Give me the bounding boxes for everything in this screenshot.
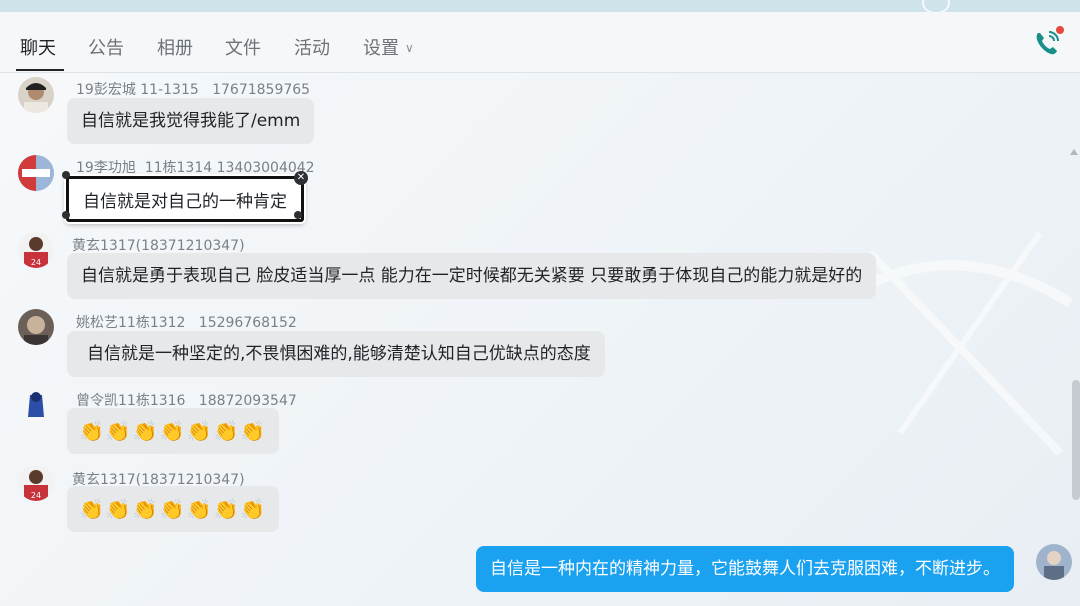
avatar[interactable]	[18, 387, 54, 423]
tab-files[interactable]: 文件	[225, 34, 261, 60]
notification-dot	[1056, 26, 1064, 34]
scroll-up-arrow[interactable]	[1070, 149, 1078, 155]
tab-announcement[interactable]: 公告	[88, 34, 124, 60]
message-bubble-selected[interactable]: 自信就是对自己的一种肯定	[66, 176, 304, 222]
resize-handle[interactable]	[62, 171, 70, 179]
tab-activity[interactable]: 活动	[294, 34, 330, 60]
tab-album[interactable]: 相册	[157, 34, 193, 60]
close-icon[interactable]: ✕	[294, 171, 308, 185]
my-message-bubble[interactable]: 自信是一种内在的精神力量，它能鼓舞人们去克服困难，不断进步。	[476, 546, 1014, 592]
message-bubble[interactable]: 👏👏👏👏👏👏👏	[67, 486, 280, 532]
svg-text:24: 24	[31, 491, 41, 500]
my-avatar[interactable]	[1036, 544, 1072, 580]
sender-name: 19李功旭 11栋1314 13403004042	[76, 160, 315, 176]
avatar[interactable]	[18, 77, 54, 113]
tab-settings-label: 设置	[363, 38, 399, 59]
svg-text:24: 24	[31, 258, 41, 267]
resize-handle[interactable]	[294, 211, 302, 219]
message-bubble[interactable]: 自信就是一种坚定的,不畏惧困难的,能够清楚认知自己优缺点的态度	[67, 331, 605, 377]
message-bubble[interactable]: 👏👏👏👏👏👏👏	[67, 408, 280, 454]
avatar[interactable]	[18, 155, 54, 191]
tab-settings[interactable]: 设置 ∨	[363, 34, 414, 60]
resize-handle[interactable]	[62, 211, 70, 219]
group-tab-bar: 聊天 公告 相册 文件 活动 设置 ∨	[0, 12, 1080, 73]
chevron-down-icon: ∨	[405, 41, 414, 55]
message-bubble[interactable]: 自信就是勇于表现自己 脸皮适当厚一点 能力在一定时候都无关紧要 只要敢勇于体现自…	[67, 253, 877, 299]
top-strip	[0, 0, 1080, 14]
scrollbar-thumb[interactable]	[1072, 380, 1080, 500]
tab-chat[interactable]: 聊天	[20, 34, 56, 60]
chat-window: 聊天 公告 相册 文件 活动 设置 ∨ 19彭宏城 11-1315 1767185…	[0, 0, 1080, 606]
sender-name: 姚松艺11栋1312 15296768152	[76, 315, 297, 331]
avatar[interactable]	[18, 309, 54, 345]
sender-name: 曾令凯11栋1316 18872093547	[76, 393, 297, 409]
sender-name: 黄玄1317(18371210347)	[72, 238, 245, 254]
message-list[interactable]: 19彭宏城 11-1315 17671859765 自信就是我觉得我能了/emm…	[0, 73, 1080, 606]
avatar[interactable]: 24	[18, 465, 54, 501]
message-bubble[interactable]: 自信就是我觉得我能了/emm	[67, 98, 315, 144]
background-decoration	[847, 231, 1073, 456]
sender-name: 19彭宏城 11-1315 17671859765	[76, 82, 311, 98]
avatar[interactable]: 24	[18, 232, 54, 268]
active-tab-indicator	[16, 69, 64, 71]
